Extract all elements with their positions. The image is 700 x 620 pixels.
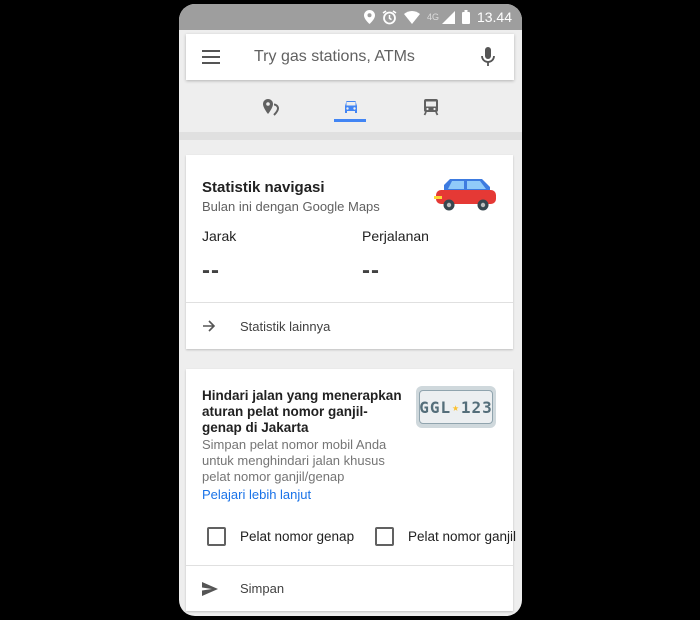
network-type: 4G (426, 12, 439, 22)
wifi-icon (403, 10, 420, 24)
arrow-right-icon (202, 319, 222, 333)
odd-plate-label: Pelat nomor ganjil (408, 529, 517, 544)
plate-text-left: GGL (419, 397, 452, 417)
trips-value: -- (362, 257, 380, 284)
explore-icon (262, 98, 280, 121)
tab-transit[interactable] (391, 86, 471, 132)
status-time: 13.44 (476, 9, 512, 25)
even-plate-checkbox[interactable] (207, 527, 226, 546)
distance-label: Jarak (202, 228, 237, 244)
status-bar: 4G 13.44 (179, 4, 522, 30)
star-icon: ★ (452, 400, 460, 414)
navigation-stats-card: Statistik navigasi Bulan ini dengan Goog… (186, 155, 513, 349)
card-title: Statistik navigasi (202, 179, 325, 196)
tab-explore[interactable] (231, 86, 311, 132)
learn-more-link[interactable]: Pelajari lebih lanjut (202, 487, 311, 502)
card-description: Simpan pelat nomor mobil Anda untuk meng… (202, 437, 387, 484)
plate-text-right: 123 (460, 397, 493, 417)
save-label: Simpan (240, 581, 285, 596)
car-illustration (434, 177, 498, 218)
send-icon (202, 581, 222, 596)
even-plate-option[interactable]: Pelat nomor genap (207, 527, 354, 546)
odd-plate-option[interactable]: Pelat nomor ganjil (375, 527, 516, 546)
even-plate-label: Pelat nomor genap (240, 529, 355, 544)
train-icon (423, 98, 439, 121)
alarm-icon (382, 9, 397, 25)
license-plate-illustration: GGL ★ 123 (416, 386, 496, 428)
card-subtitle: Bulan ini dengan Google Maps (202, 199, 380, 214)
trips-label: Perjalanan (362, 228, 429, 244)
car-icon (342, 98, 360, 121)
distance-value: -- (202, 257, 220, 284)
location-icon (363, 10, 375, 24)
card-title: Hindari jalan yang menerapkan aturan pel… (202, 388, 402, 435)
tab-driving[interactable] (311, 86, 391, 132)
signal-icon (441, 10, 455, 24)
save-button[interactable]: Simpan (186, 566, 513, 611)
menu-icon[interactable] (202, 45, 226, 69)
search-bar[interactable]: Try gas stations, ATMs (186, 34, 514, 80)
search-input[interactable]: Try gas stations, ATMs (254, 48, 476, 66)
travel-mode-bar (179, 86, 522, 132)
phone-screen: 4G 13.44 Try gas stations, ATMs Statisti… (179, 4, 522, 616)
more-stats-button[interactable]: Statistik lainnya (186, 303, 513, 349)
odd-plate-checkbox[interactable] (375, 527, 394, 546)
battery-icon (461, 10, 470, 24)
section-divider (179, 132, 522, 140)
microphone-icon[interactable] (476, 45, 500, 69)
more-stats-label: Statistik lainnya (240, 318, 331, 334)
odd-even-plate-card: Hindari jalan yang menerapkan aturan pel… (186, 369, 516, 611)
